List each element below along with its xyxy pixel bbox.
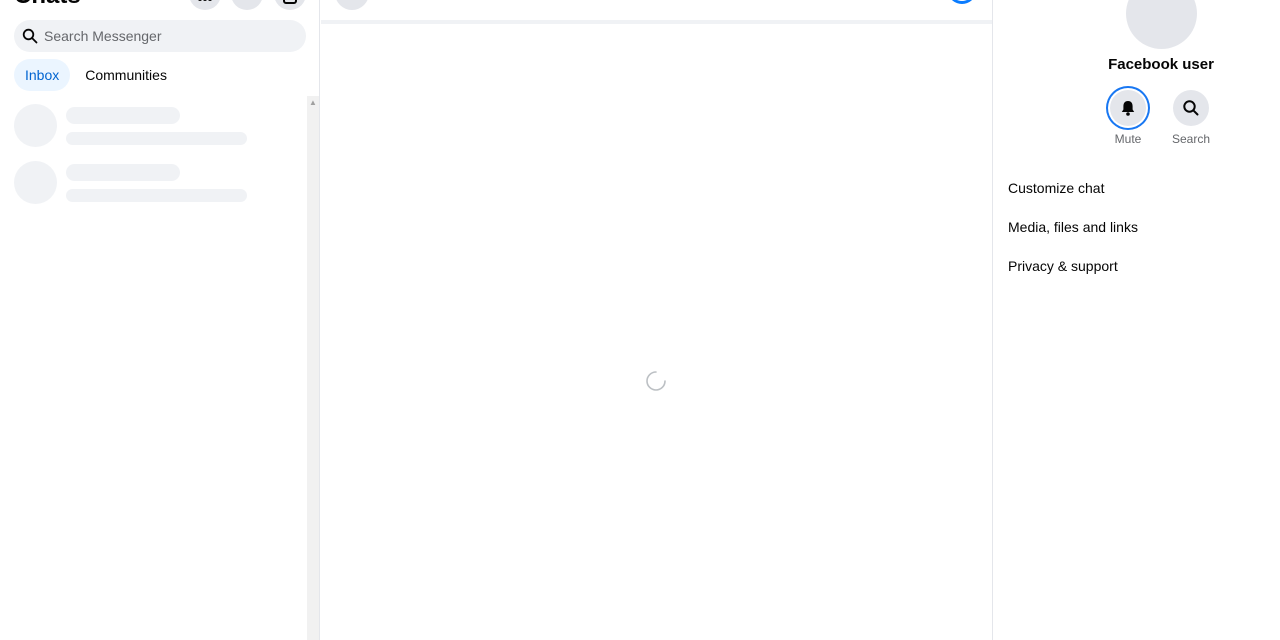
chat-list-loading — [14, 104, 294, 218]
more-icon — [198, 0, 212, 1]
tab-communities[interactable]: Communities — [74, 59, 178, 91]
skeleton-line — [66, 164, 180, 181]
search-in-chat-button[interactable]: Search — [1166, 90, 1216, 146]
mute-label: Mute — [1114, 132, 1142, 146]
messenger-app: Chats Inbox Communities — [0, 0, 1280, 640]
mute-circle[interactable] — [1110, 90, 1146, 126]
search-icon — [22, 28, 38, 44]
customize-chat-item[interactable]: Customize chat — [1008, 168, 1138, 207]
media-files-links-item[interactable]: Media, files and links — [1008, 207, 1138, 246]
profile-avatar[interactable] — [1126, 0, 1197, 49]
conversation-avatar[interactable] — [335, 0, 369, 10]
chats-title: Chats — [14, 0, 81, 8]
privacy-support-item[interactable]: Privacy & support — [1008, 246, 1138, 285]
chat-list-panel: Chats Inbox Communities — [0, 0, 320, 640]
chat-tabs: Inbox Communities — [14, 59, 178, 91]
chat-details-panel: Facebook user Mute Search Customize chat — [992, 0, 1280, 640]
search-label: Search — [1171, 132, 1211, 146]
compose-icon — [283, 0, 297, 4]
see-all-button[interactable] — [231, 0, 263, 10]
profile-name[interactable]: Facebook user — [993, 56, 1280, 73]
skeleton-line — [66, 132, 247, 145]
options-button[interactable] — [189, 0, 221, 10]
chat-list-scrollbar[interactable]: ▲ — [307, 96, 319, 640]
expand-icon — [239, 0, 255, 2]
skeleton-avatar — [14, 161, 57, 204]
skeleton-line — [66, 107, 180, 124]
tab-inbox[interactable]: Inbox — [14, 59, 71, 91]
search-icon — [1183, 100, 1199, 116]
search-messenger[interactable] — [14, 20, 306, 52]
search-input[interactable] — [44, 28, 284, 44]
loading-spinner-icon — [646, 371, 666, 391]
chat-skeleton-row — [14, 161, 294, 205]
conversation-header — [321, 0, 992, 24]
chat-skeleton-row — [14, 104, 294, 148]
conversation-info-button[interactable] — [949, 0, 975, 4]
conversation-panel — [321, 0, 992, 640]
skeleton-avatar — [14, 104, 57, 147]
search-circle[interactable] — [1173, 90, 1209, 126]
mute-button[interactable]: Mute — [1103, 90, 1153, 146]
bell-icon — [1121, 101, 1135, 116]
new-message-button[interactable] — [274, 0, 306, 10]
skeleton-line — [66, 189, 247, 202]
scroll-up-icon[interactable]: ▲ — [309, 99, 317, 107]
details-menu: Customize chat Media, files and links Pr… — [1008, 168, 1138, 285]
